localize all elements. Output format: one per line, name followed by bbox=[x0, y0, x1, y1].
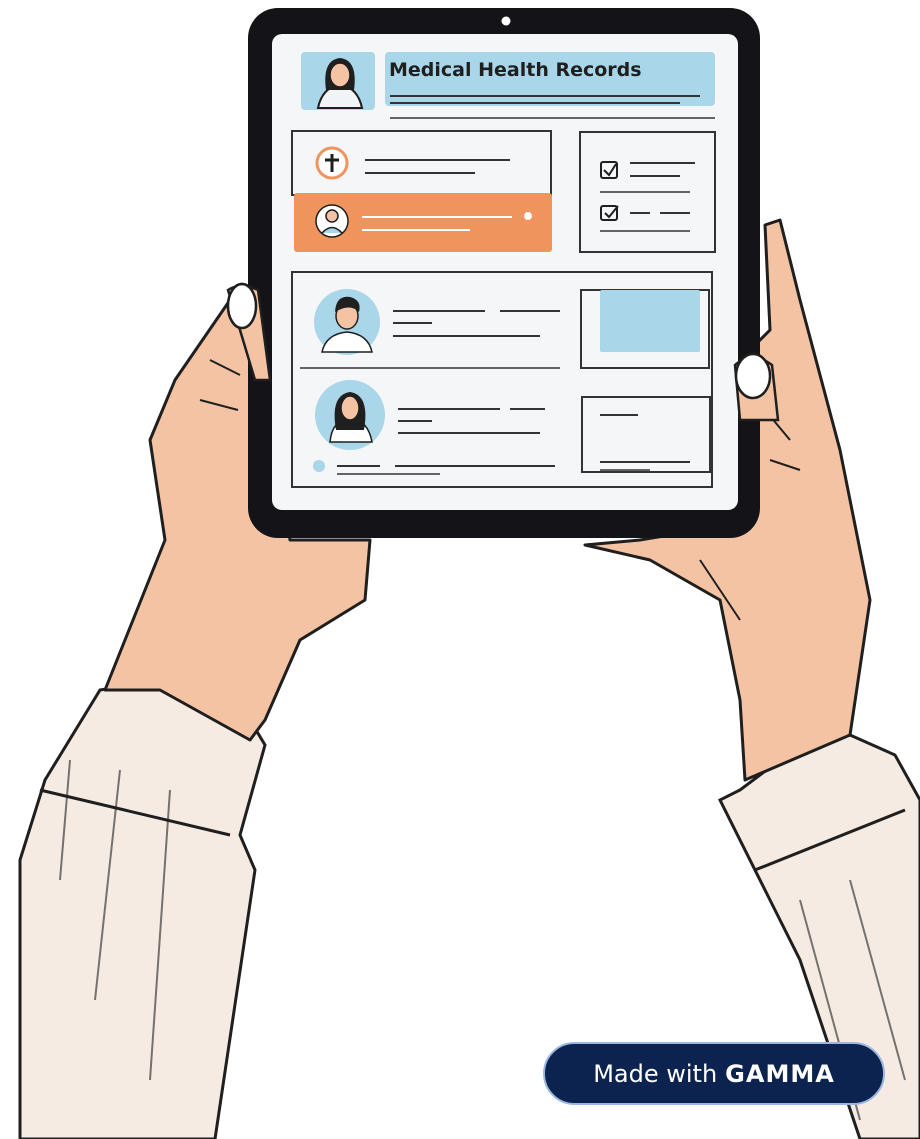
left-sleeve bbox=[18, 678, 267, 1139]
patient-avatar-icon bbox=[314, 289, 380, 355]
badge-brand: GAMMA bbox=[725, 1059, 835, 1088]
made-with-gamma-badge[interactable]: Made with GAMMA bbox=[543, 1042, 885, 1105]
tablet-illustration: Medical Health Records bbox=[18, 8, 920, 1139]
medical-cross-icon bbox=[315, 146, 349, 180]
detail-card bbox=[581, 396, 711, 473]
camera-dot bbox=[501, 16, 511, 26]
badge-made-with: Made with bbox=[593, 1059, 718, 1088]
tablet: Medical Health Records bbox=[248, 8, 760, 538]
user-avatar-icon bbox=[315, 204, 349, 238]
preview-thumbnail bbox=[600, 290, 700, 352]
screen-title: Medical Health Records bbox=[389, 59, 642, 81]
right-thumb bbox=[733, 352, 780, 422]
patient-avatar-icon bbox=[315, 380, 385, 450]
status-dot bbox=[313, 460, 325, 472]
